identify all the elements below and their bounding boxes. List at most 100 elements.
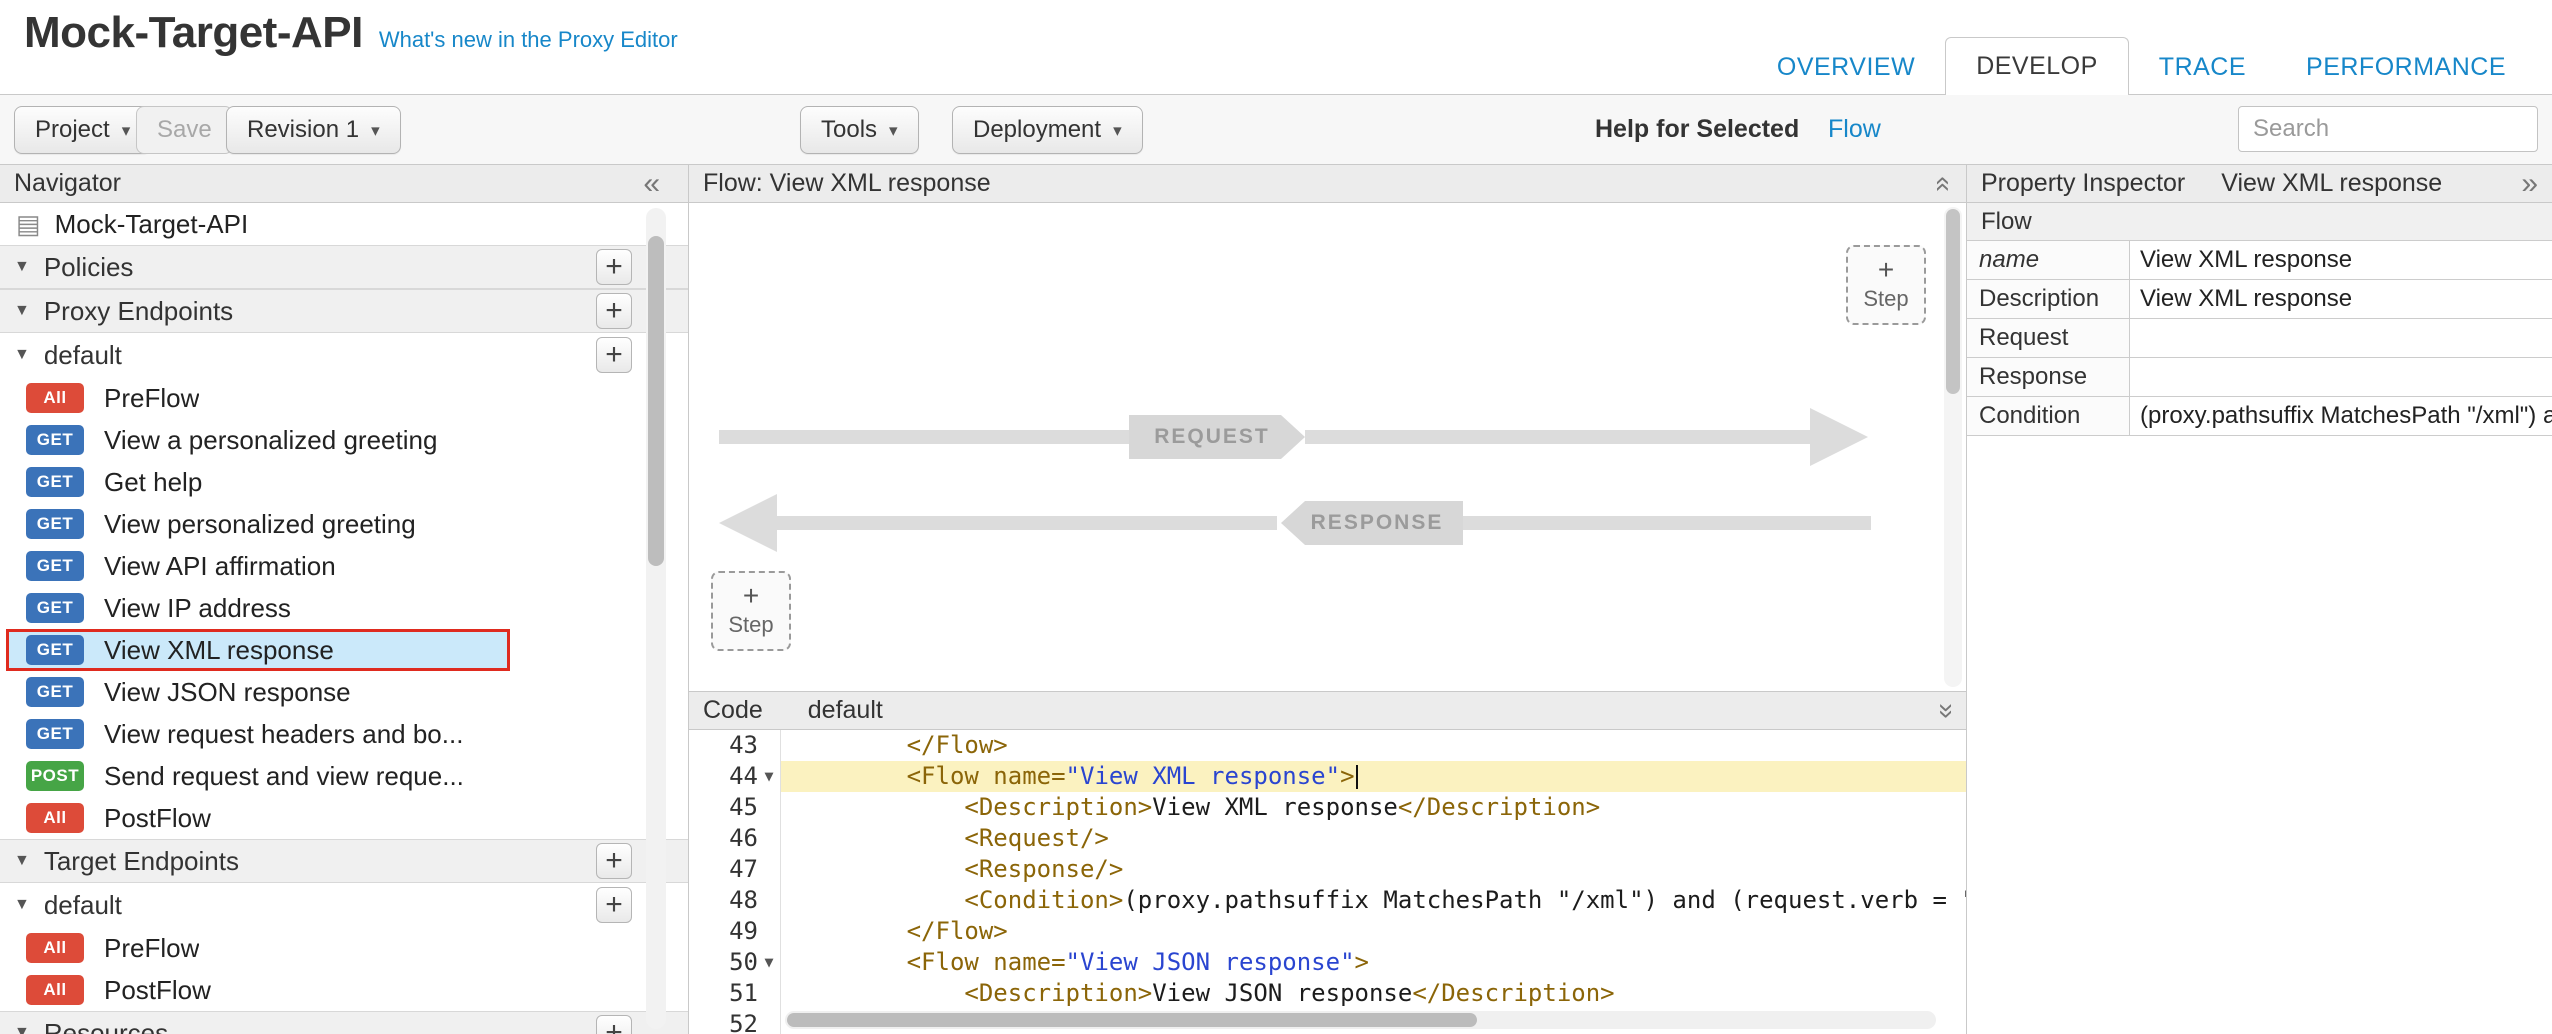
help-flow-link[interactable]: Flow: [1828, 95, 1881, 164]
code-line-49[interactable]: 49 </Flow>: [689, 916, 1966, 947]
section-target-endpoints[interactable]: ▼Target Endpoints+: [0, 839, 688, 883]
add-target-endpoints-button[interactable]: +: [596, 843, 632, 879]
navigator-scrollbar[interactable]: [646, 208, 666, 1029]
section-label: default: [44, 340, 122, 371]
code-line-48[interactable]: 48 <Condition>(proxy.pathsuffix MatchesP…: [689, 885, 1966, 916]
flow-item-view-ip-address[interactable]: GETView IP address: [0, 587, 688, 629]
response-lane-bar: [777, 516, 1277, 530]
tools-menu-label: Tools: [821, 116, 877, 144]
section-default[interactable]: ▼default+: [0, 883, 688, 927]
navigator-list: ▤Mock-Target-API▼Policies+▼Proxy Endpoin…: [0, 203, 688, 1034]
add-resources-button[interactable]: +: [596, 1015, 632, 1034]
scrollbar-thumb[interactable]: [648, 236, 664, 566]
scrollbar-thumb[interactable]: [787, 1013, 1477, 1027]
search-input[interactable]: [2238, 106, 2538, 152]
flow-item-send-request-and-view-reque[interactable]: POSTSend request and view reque...: [0, 755, 688, 797]
add-step-request-button[interactable]: + Step: [1846, 245, 1926, 325]
code-line-44[interactable]: 44▼ <Flow name="View XML response">: [689, 761, 1966, 792]
flow-item-view-personalized-greeting[interactable]: GETView personalized greeting: [0, 503, 688, 545]
section-resources[interactable]: ▼Resources+: [0, 1011, 688, 1034]
line-number-gutter: 51: [689, 978, 781, 1009]
flow-item-preflow[interactable]: AllPreFlow: [0, 927, 688, 969]
code-line-45[interactable]: 45 <Description>View XML response</Descr…: [689, 792, 1966, 823]
flow-item-postflow[interactable]: AllPostFlow: [0, 969, 688, 1011]
line-number-gutter: 45: [689, 792, 781, 823]
caret-expanded-icon: ▼: [14, 302, 30, 320]
revision-menu-button[interactable]: Revision 1 ▾: [226, 106, 401, 154]
caret-expanded-icon: ▼: [14, 852, 30, 870]
property-value[interactable]: (proxy.pathsuffix MatchesPath "/xml") an…: [2130, 397, 2552, 435]
collapse-navigator-icon[interactable]: «: [643, 167, 660, 201]
title-wrap: Mock-Target-API What's new in the Proxy …: [24, 8, 678, 58]
property-value[interactable]: [2130, 358, 2552, 396]
flow-item-view-request-headers-and-bo[interactable]: GETView request headers and bo...: [0, 713, 688, 755]
fold-toggle-icon[interactable]: ▼: [758, 761, 780, 792]
line-number: 45: [689, 792, 758, 823]
expand-inspector-icon[interactable]: »: [2521, 167, 2538, 201]
nav-tabs: OVERVIEWDEVELOPTRACEPERFORMANCE: [1747, 37, 2536, 95]
property-value[interactable]: [2130, 319, 2552, 357]
add-proxy-endpoints-button[interactable]: +: [596, 293, 632, 329]
add-policies-button[interactable]: +: [596, 249, 632, 285]
request-lane-label: REQUEST: [1129, 415, 1305, 459]
line-number-gutter: 46: [689, 823, 781, 854]
proxy-root-item[interactable]: ▤Mock-Target-API: [0, 203, 688, 245]
flow-item-label: Send request and view reque...: [104, 761, 464, 792]
request-arrow-icon: [1810, 408, 1868, 466]
property-value[interactable]: View XML response: [2130, 280, 2552, 318]
code-tab-default[interactable]: default: [808, 696, 883, 725]
flow-item-view-api-affirmation[interactable]: GETView API affirmation: [0, 545, 688, 587]
whats-new-link[interactable]: What's new in the Proxy Editor: [379, 27, 678, 53]
scrollbar-thumb[interactable]: [1946, 209, 1960, 394]
flow-item-view-json-response[interactable]: GETView JSON response: [0, 671, 688, 713]
line-number: 44: [689, 761, 758, 792]
plus-icon: +: [713, 581, 789, 611]
code-line-47[interactable]: 47 <Response/>: [689, 854, 1966, 885]
tab-develop[interactable]: DEVELOP: [1945, 37, 2129, 95]
collapse-code-icon[interactable]: «: [1928, 703, 1960, 719]
tab-trace[interactable]: TRACE: [2129, 39, 2276, 95]
flow-diagram: + Step REQUEST RESPONSE + Step: [689, 203, 1966, 691]
section-default[interactable]: ▼ default +: [0, 333, 688, 377]
code-line-46[interactable]: 46 <Request/>: [689, 823, 1966, 854]
caret-expanded-icon: ▼: [14, 346, 30, 364]
add-default-button[interactable]: +: [596, 887, 632, 923]
collapse-flow-icon[interactable]: «: [1928, 176, 1960, 192]
code-line-51[interactable]: 51 <Description>View JSON response</Desc…: [689, 978, 1966, 1009]
project-menu-button[interactable]: Project ▾: [14, 106, 151, 154]
code-horizontal-scrollbar[interactable]: [785, 1011, 1936, 1029]
section-proxy-endpoints[interactable]: ▼Proxy Endpoints+: [0, 289, 688, 333]
tab-performance[interactable]: PERFORMANCE: [2276, 39, 2536, 95]
code-line-text: <Flow name="View XML response">: [781, 761, 1966, 792]
method-badge: All: [26, 803, 84, 833]
code-line-43[interactable]: 43 </Flow>: [689, 730, 1966, 761]
tools-menu-button[interactable]: Tools ▾: [800, 106, 919, 154]
add-default-button[interactable]: +: [596, 337, 632, 373]
line-number-gutter: 49: [689, 916, 781, 947]
flow-panel-header: Flow: View XML response «: [689, 165, 1966, 203]
deployment-menu-button[interactable]: Deployment ▾: [952, 106, 1143, 154]
flow-item-postflow[interactable]: AllPostFlow: [0, 797, 688, 839]
method-badge: GET: [26, 467, 84, 497]
fold-toggle-icon[interactable]: ▼: [758, 947, 780, 978]
flow-item-get-help[interactable]: GETGet help: [0, 461, 688, 503]
code-line-50[interactable]: 50▼ <Flow name="View JSON response">: [689, 947, 1966, 978]
line-number: 48: [689, 885, 758, 916]
help-for-selected-label: Help for Selected: [1595, 95, 1799, 164]
flow-item-view-xml-response[interactable]: GETView XML response: [6, 629, 510, 671]
add-step-response-button[interactable]: + Step: [711, 571, 791, 651]
flow-item-view-a-personalized-greeting[interactable]: GETView a personalized greeting: [0, 419, 688, 461]
save-button[interactable]: Save: [136, 106, 233, 154]
code-editor[interactable]: 43 </Flow>44▼ <Flow name="View XML respo…: [689, 730, 1966, 1034]
section-policies[interactable]: ▼Policies+: [0, 245, 688, 289]
method-badge: GET: [26, 551, 84, 581]
flow-item-preflow[interactable]: AllPreFlow: [0, 377, 688, 419]
code-line-text: <Request/>: [781, 823, 1966, 854]
flow-scrollbar[interactable]: [1944, 207, 1962, 687]
property-value[interactable]: View XML response: [2130, 241, 2552, 279]
request-lane-bar: [719, 430, 1129, 444]
code-line-text: <Condition>(proxy.pathsuffix MatchesPath…: [781, 885, 1966, 916]
tab-overview[interactable]: OVERVIEW: [1747, 39, 1945, 95]
line-number-gutter: 52: [689, 1009, 781, 1034]
navigator-panel: Navigator « ▤Mock-Target-API▼Policies+▼P…: [0, 165, 689, 1034]
